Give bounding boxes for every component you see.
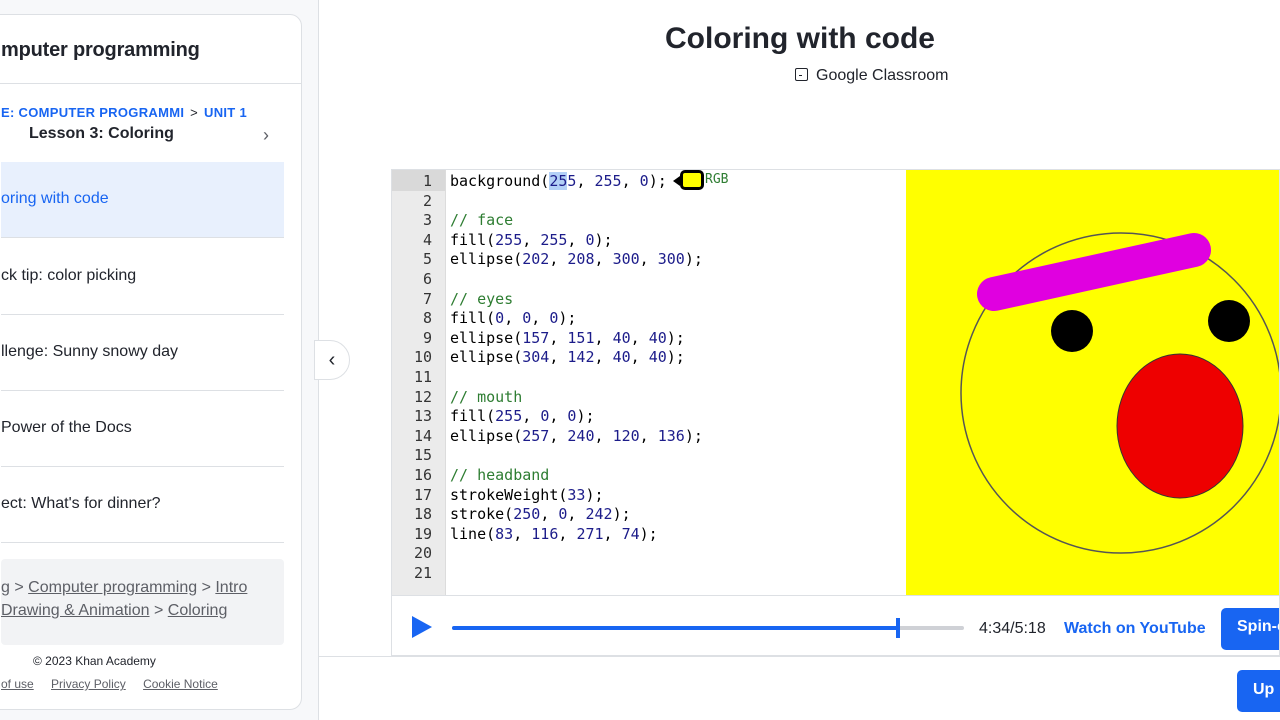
lesson-item-power-of-docs[interactable]: Power of the Docs xyxy=(1,391,284,467)
code-line[interactable]: // mouth xyxy=(450,388,522,406)
breadcrumb: E: COMPUTER PROGRAMMI > UNIT 1 xyxy=(1,105,247,120)
footer-crumb-link[interactable]: Intro xyxy=(215,579,247,596)
footer-breadcrumb-line-1: g > Computer programming > Intro xyxy=(1,579,247,597)
breadcrumb-unit[interactable]: UNIT 1 xyxy=(204,105,247,120)
line-number: 1 xyxy=(422,172,432,190)
code-line[interactable]: fill(0, 0, 0); xyxy=(450,309,576,327)
mouth xyxy=(1116,353,1244,499)
line-number: 6 xyxy=(422,270,432,288)
line-number: 19 xyxy=(413,524,432,543)
color-picker-pointer xyxy=(673,176,680,186)
line-number: 11 xyxy=(413,368,432,386)
footer-crumb-link[interactable]: Coloring xyxy=(168,602,228,619)
legal-links: of use Privacy Policy Cookie Notice xyxy=(1,677,232,691)
code-line[interactable]: strokeWeight(33); xyxy=(450,486,604,504)
play-icon[interactable] xyxy=(412,616,432,638)
footer-breadcrumb: g > Computer programming > Intro Drawing… xyxy=(1,559,284,645)
line-number: 3 xyxy=(422,211,432,230)
right-eye xyxy=(1208,300,1250,342)
line-number: 17 xyxy=(413,485,432,504)
line-number: 9 xyxy=(422,328,432,347)
footer-crumb-link[interactable]: Drawing & Animation xyxy=(1,602,150,619)
classroom-icon xyxy=(795,68,808,81)
line-number: 21 xyxy=(413,564,432,582)
breadcrumb-separator: > xyxy=(153,602,164,619)
line-number: 7 xyxy=(422,289,432,308)
code-line[interactable]: // headband xyxy=(450,466,549,484)
line-number: 20 xyxy=(413,544,432,563)
line-number: 18 xyxy=(413,505,432,524)
chevron-right-icon[interactable]: › xyxy=(263,125,269,146)
line-number: 8 xyxy=(422,309,432,328)
line-number: 13 xyxy=(413,407,432,426)
color-picker-label: RGB xyxy=(705,172,729,187)
code-line[interactable]: ellipse(157, 151, 40, 40); xyxy=(450,329,685,347)
divider xyxy=(319,656,1280,657)
sidebar: mputer programming E: COMPUTER PROGRAMMI… xyxy=(0,14,302,710)
lesson-item-label: ect: What's for dinner? xyxy=(1,495,161,512)
footer-crumb-link[interactable]: Computer programming xyxy=(28,579,197,596)
terms-link[interactable]: of use xyxy=(1,677,34,691)
up-next-button[interactable]: Up xyxy=(1237,670,1280,712)
player-controls: 4:34/5:18 Watch on YouTube Spin-o xyxy=(392,595,1279,655)
lesson-item-sunny-snowy-day[interactable]: llenge: Sunny snowy day xyxy=(1,315,284,391)
line-number: 14 xyxy=(413,426,432,445)
chevron-left-icon: ‹ xyxy=(328,348,336,371)
progress-handle[interactable] xyxy=(896,618,901,638)
line-number: 10 xyxy=(413,348,432,367)
classroom-label: Google Classroom xyxy=(816,67,949,84)
watch-on-youtube-link[interactable]: Watch on YouTube xyxy=(1064,620,1206,638)
divider xyxy=(0,83,301,84)
breadcrumb-separator: > xyxy=(14,579,24,596)
code-line[interactable]: stroke(250, 0, 242); xyxy=(450,505,631,523)
lesson-item-label: oring with code xyxy=(1,190,109,207)
privacy-policy-link[interactable]: Privacy Policy xyxy=(51,677,126,691)
lesson-item-label: Power of the Docs xyxy=(1,419,132,436)
breadcrumb-separator: > xyxy=(201,579,211,596)
code-line[interactable]: ellipse(257, 240, 120, 136); xyxy=(450,427,703,445)
line-number: 16 xyxy=(413,466,432,484)
left-eye xyxy=(1051,310,1093,352)
footer-crumb-link[interactable]: g xyxy=(1,579,10,596)
page-title: Coloring with code xyxy=(665,22,935,55)
lesson-item-label: ck tip: color picking xyxy=(1,267,137,284)
progress-fill xyxy=(452,626,899,630)
code-line[interactable]: ellipse(202, 208, 300, 300); xyxy=(450,250,703,268)
code-line[interactable]: fill(255, 255, 0); xyxy=(450,231,613,249)
timecode: 4:34/5:18 xyxy=(979,620,1046,637)
lesson-item-whats-for-dinner[interactable]: ect: What's for dinner? xyxy=(1,467,284,543)
line-number-gutter: 1 2 3 4 5 6 7 8 9 10 11 12 13 14 15 16 17 18 19 20 21 xyxy=(392,170,446,595)
code-editor: 1 2 3 4 5 6 7 8 9 10 11 12 13 14 15 16 17 18 19 20 21 backgr… xyxy=(391,169,1280,656)
line-number: 12 xyxy=(413,387,432,406)
line-number: 5 xyxy=(422,250,432,269)
copyright: © 2023 Khan Academy xyxy=(33,654,156,668)
breadcrumb-course[interactable]: E: COMPUTER PROGRAMMI xyxy=(1,105,184,120)
breadcrumb-separator: > xyxy=(190,105,199,120)
code-line[interactable]: fill(255, 0, 0); xyxy=(450,407,595,425)
progress-track[interactable] xyxy=(452,618,964,638)
lesson-title[interactable]: Lesson 3: Coloring xyxy=(29,125,174,143)
color-picker-swatch[interactable] xyxy=(680,170,704,190)
line-number: 4 xyxy=(422,230,432,249)
footer-breadcrumb-line-2: Drawing & Animation > Coloring xyxy=(1,602,227,620)
line-number: 2 xyxy=(422,191,432,210)
output-drawing xyxy=(960,232,1279,554)
code-line[interactable]: // eyes xyxy=(450,290,513,308)
collapse-sidebar-button[interactable]: ‹ xyxy=(314,340,350,380)
line-number: 15 xyxy=(413,446,432,465)
code-line[interactable]: background(255, 255, 0); xyxy=(450,172,667,190)
lesson-item-coloring-with-code[interactable]: oring with code xyxy=(1,162,284,238)
lesson-item-color-picking[interactable]: ck tip: color picking xyxy=(1,239,284,315)
output-canvas[interactable] xyxy=(906,170,1279,595)
lesson-item-label: llenge: Sunny snowy day xyxy=(1,343,178,360)
code-line[interactable]: // face xyxy=(450,211,513,229)
code-line[interactable]: ellipse(304, 142, 40, 40); xyxy=(450,348,685,366)
google-classroom-button[interactable]: Google Classroom xyxy=(795,67,949,85)
spin-off-button[interactable]: Spin-o xyxy=(1221,608,1279,650)
cookie-notice-link[interactable]: Cookie Notice xyxy=(143,677,218,691)
code-line[interactable]: line(83, 116, 271, 74); xyxy=(450,525,658,543)
course-title[interactable]: mputer programming xyxy=(1,39,200,62)
